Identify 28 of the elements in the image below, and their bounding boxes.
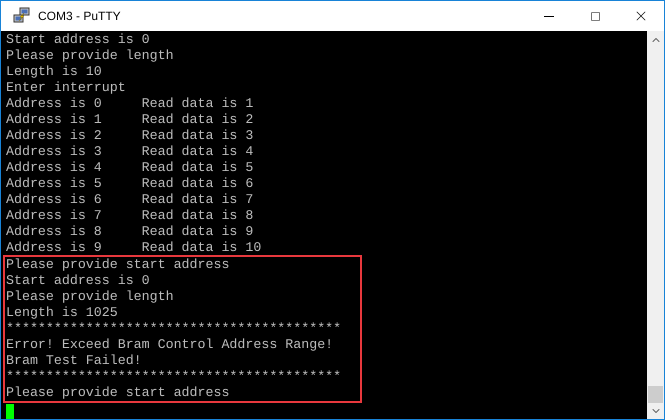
terminal-line: ****************************************** bbox=[6, 321, 342, 337]
terminal-line: Enter interrupt bbox=[6, 80, 126, 96]
terminal-line: Please provide start address bbox=[6, 257, 230, 273]
window-title: COM3 - PuTTY bbox=[38, 8, 121, 25]
terminal-line: Address is 8 Read data is 9 bbox=[6, 224, 254, 240]
terminal-line: Error! Exceed Bram Control Address Range! bbox=[6, 337, 334, 353]
terminal-line: Address is 1 Read data is 2 bbox=[6, 112, 254, 128]
scrollbar-thumb[interactable] bbox=[648, 386, 663, 403]
scrollbar[interactable] bbox=[647, 31, 664, 419]
terminal-line: Length is 10 bbox=[6, 64, 102, 80]
terminal-line: Start address is 0 bbox=[6, 273, 150, 289]
terminal-line: Address is 0 Read data is 1 bbox=[6, 96, 254, 112]
terminal-line: ****************************************** bbox=[6, 369, 342, 385]
terminal-line: Address is 9 Read data is 10 bbox=[6, 240, 262, 256]
terminal-line: Address is 3 Read data is 4 bbox=[6, 144, 254, 160]
terminal-line: Address is 2 Read data is 3 bbox=[6, 128, 254, 144]
computer-icon bbox=[13, 7, 31, 25]
terminal-line: Please provide start address bbox=[6, 385, 230, 401]
terminal-line: Start address is 0 bbox=[6, 32, 150, 48]
terminal-line: Please provide length bbox=[6, 289, 174, 305]
maximize-icon bbox=[590, 10, 600, 22]
terminal-line: Length is 1025 bbox=[6, 305, 118, 321]
terminal-line: Please provide length bbox=[6, 48, 174, 64]
terminal-line: Address is 6 Read data is 7 bbox=[6, 192, 254, 208]
terminal-line: Address is 5 Read data is 6 bbox=[6, 176, 254, 192]
terminal-line: Bram Test Failed! bbox=[6, 353, 142, 369]
terminal-line: Address is 4 Read data is 5 bbox=[6, 160, 254, 176]
terminal-line: Address is 7 Read data is 8 bbox=[6, 208, 254, 224]
